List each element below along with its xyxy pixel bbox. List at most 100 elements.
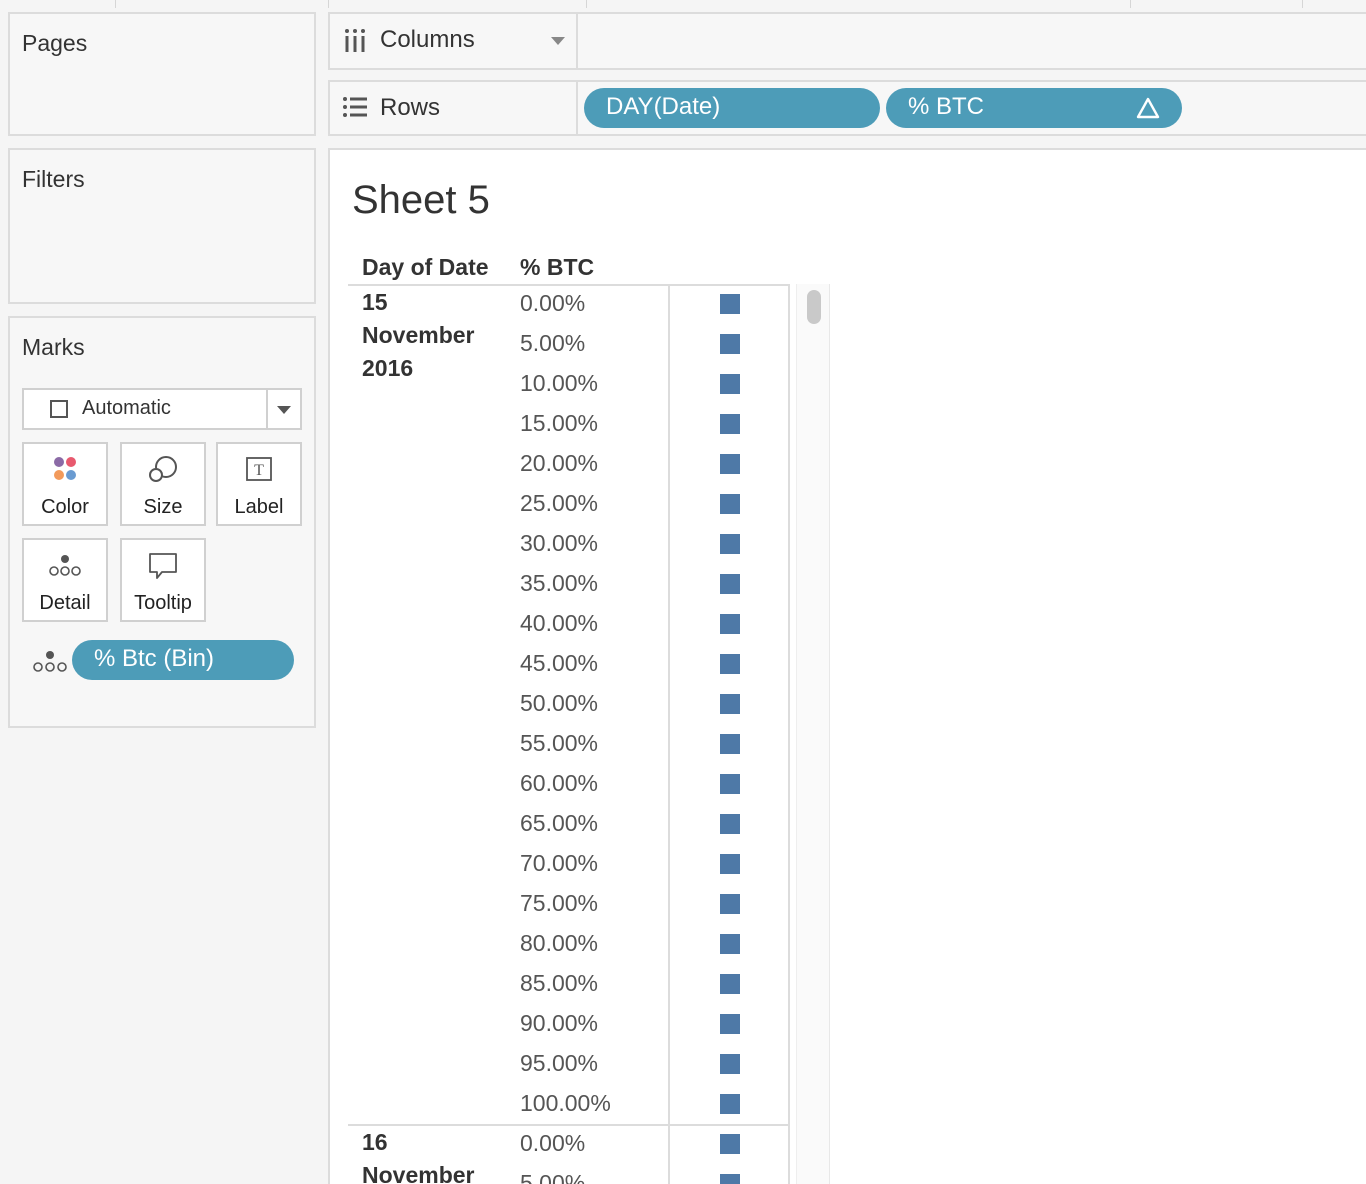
mark-square[interactable]: [720, 1054, 740, 1074]
color-icon: [54, 457, 76, 480]
columns-shelf-label[interactable]: Columns: [330, 14, 578, 68]
date-cell: 16 November: [362, 1126, 502, 1184]
scrollbar-thumb[interactable]: [807, 290, 821, 324]
mark-square[interactable]: [720, 814, 740, 834]
value-cell[interactable]: 40.00%: [520, 610, 598, 637]
rows-label: Rows: [380, 94, 441, 121]
detail-pill-label: % Btc (Bin): [94, 645, 215, 672]
column-divider: [788, 284, 790, 1184]
value-cell[interactable]: 85.00%: [520, 970, 598, 997]
value-cell[interactable]: 45.00%: [520, 650, 598, 677]
color-label: Color: [41, 496, 89, 518]
date-line: November: [362, 1162, 475, 1184]
chevron-down-icon[interactable]: [550, 36, 566, 46]
filters-card[interactable]: Filters: [8, 148, 316, 304]
detail-pill-btc-bin[interactable]: % Btc (Bin): [72, 640, 294, 680]
mark-square[interactable]: [720, 934, 740, 954]
detail-icon: [49, 555, 81, 576]
value-cell[interactable]: 20.00%: [520, 450, 598, 477]
value-cell[interactable]: 5.00%: [520, 330, 585, 357]
mark-square[interactable]: [720, 334, 740, 354]
mark-square[interactable]: [720, 774, 740, 794]
mark-square[interactable]: [720, 694, 740, 714]
marks-title: Marks: [22, 334, 85, 360]
mark-square[interactable]: [720, 854, 740, 874]
strip-tick: [115, 0, 116, 8]
value-cell[interactable]: 55.00%: [520, 730, 598, 757]
svg-text:T: T: [254, 462, 264, 479]
delta-icon: [1136, 97, 1160, 119]
value-cell[interactable]: 80.00%: [520, 930, 598, 957]
rows-icon: [343, 97, 367, 117]
mark-square[interactable]: [720, 1134, 740, 1154]
size-button[interactable]: Size: [120, 442, 206, 526]
mark-square[interactable]: [720, 1094, 740, 1114]
tooltip-icon: [149, 553, 177, 579]
strip-tick: [1302, 0, 1303, 8]
rows-pill-btc[interactable]: % BTC: [886, 88, 1182, 128]
mark-square[interactable]: [720, 614, 740, 634]
date-line: 2016: [362, 355, 414, 381]
mark-square[interactable]: [720, 734, 740, 754]
detail-button[interactable]: Detail: [22, 538, 108, 622]
value-cell[interactable]: 30.00%: [520, 530, 598, 557]
value-cell[interactable]: 15.00%: [520, 410, 598, 437]
strip-tick: [586, 0, 587, 8]
columns-shelf[interactable]: Columns: [328, 12, 1366, 70]
text-label-icon: T: [246, 457, 272, 481]
mark-type-label: Automatic: [82, 397, 171, 419]
rows-pill-day-date[interactable]: DAY(Date): [584, 88, 880, 128]
rows-pill-label: % BTC: [908, 93, 985, 120]
tooltip-button[interactable]: Tooltip: [120, 538, 206, 622]
value-cell[interactable]: 95.00%: [520, 1050, 598, 1077]
rows-shelf[interactable]: Rows DAY(Date) % BTC: [328, 80, 1366, 136]
mark-square[interactable]: [720, 974, 740, 994]
value-cell[interactable]: 0.00%: [520, 1130, 585, 1157]
value-cell[interactable]: 10.00%: [520, 370, 598, 397]
value-cell[interactable]: 75.00%: [520, 890, 598, 917]
value-cell[interactable]: 90.00%: [520, 1010, 598, 1037]
mark-square[interactable]: [720, 374, 740, 394]
top-strip: [0, 0, 1366, 10]
sheet-title: Sheet 5: [352, 178, 490, 222]
value-cell[interactable]: 100.00%: [520, 1090, 611, 1117]
value-cell[interactable]: 70.00%: [520, 850, 598, 877]
value-cell[interactable]: 50.00%: [520, 690, 598, 717]
mark-square[interactable]: [720, 494, 740, 514]
value-cell[interactable]: 35.00%: [520, 570, 598, 597]
value-cell[interactable]: 60.00%: [520, 770, 598, 797]
size-label: Size: [143, 496, 183, 518]
mark-square[interactable]: [720, 414, 740, 434]
value-cell[interactable]: 65.00%: [520, 810, 598, 837]
dropdown-separator: [266, 390, 268, 428]
mark-square[interactable]: [720, 534, 740, 554]
date-cell: 15 November 2016: [362, 286, 502, 385]
mark-square[interactable]: [720, 574, 740, 594]
color-button[interactable]: Color: [22, 442, 108, 526]
mark-type-dropdown[interactable]: Automatic: [22, 388, 302, 430]
square-mark-icon: [50, 400, 68, 418]
filters-title: Filters: [22, 166, 85, 192]
mark-square[interactable]: [720, 654, 740, 674]
header-btc[interactable]: % BTC: [520, 254, 594, 281]
value-cell[interactable]: 0.00%: [520, 290, 585, 317]
strip-tick: [1130, 0, 1131, 8]
value-cell[interactable]: 5.00%: [520, 1170, 585, 1184]
marks-card: Marks Automatic Color Size T Label Detai…: [8, 316, 316, 728]
mark-square[interactable]: [720, 894, 740, 914]
header-day-of-date[interactable]: Day of Date: [362, 254, 489, 281]
pages-card[interactable]: Pages: [8, 12, 316, 136]
vertical-scrollbar[interactable]: [796, 284, 830, 1184]
label-button[interactable]: T Label: [216, 442, 302, 526]
mark-square[interactable]: [720, 454, 740, 474]
chevron-down-icon[interactable]: [277, 406, 291, 414]
value-cell[interactable]: 25.00%: [520, 490, 598, 517]
mark-square[interactable]: [720, 294, 740, 314]
size-icon: [149, 456, 177, 482]
rows-shelf-label[interactable]: Rows: [330, 82, 578, 134]
pages-title: Pages: [22, 30, 88, 56]
mark-square[interactable]: [720, 1174, 740, 1184]
mark-square[interactable]: [720, 1014, 740, 1034]
sheet-view: Sheet 5 Day of Date % BTC 15 November 2016…: [328, 148, 1366, 1184]
rows-pill-label: DAY(Date): [606, 93, 721, 120]
